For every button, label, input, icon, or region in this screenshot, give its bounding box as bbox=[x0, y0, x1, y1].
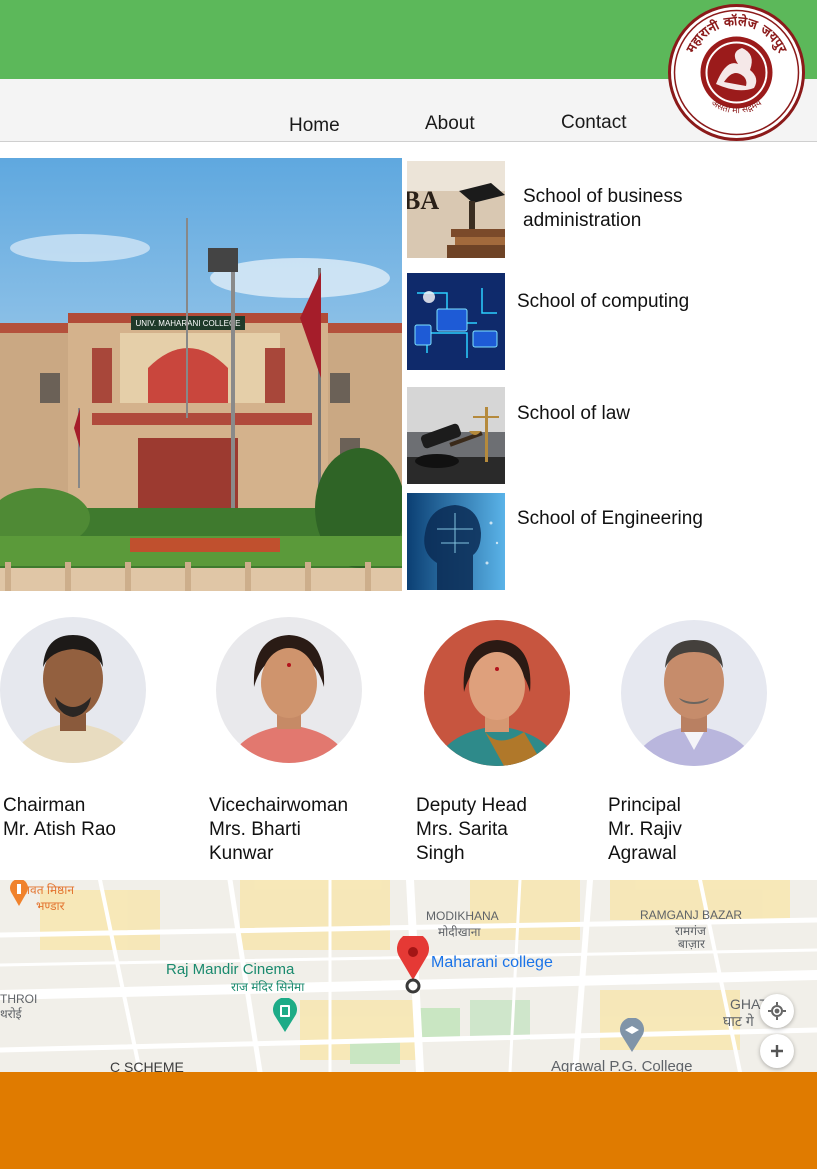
campus-photo: UNIV. MAHARANI COLLEGE bbox=[0, 158, 402, 591]
map-marker-label[interactable]: Maharani college bbox=[431, 954, 553, 972]
avatar-deputy-head bbox=[424, 620, 570, 766]
college-logo[interactable]: महारानी कॉलेज जयपुर असतो मा सद्गमय bbox=[668, 4, 805, 141]
person-name: Mr. Rajiv Agrawal bbox=[608, 819, 682, 864]
map-locate-button[interactable] bbox=[760, 994, 794, 1028]
restaurant-pin-icon[interactable] bbox=[8, 880, 30, 906]
bba-thumbnail[interactable]: BA bbox=[407, 161, 505, 258]
map-label-rawat-2: भण्डार bbox=[36, 899, 65, 913]
map-label-throi: THROI bbox=[0, 992, 38, 1006]
cinema-pin-icon[interactable] bbox=[272, 998, 298, 1032]
person-name: Mr. Atish Rao bbox=[3, 819, 116, 840]
person-vicechairwoman: Vicechairwoman Mrs. Bharti Kunwar bbox=[209, 794, 379, 866]
map-label-raj-mandir: Raj Mandir Cinema bbox=[166, 961, 295, 978]
school-engineering-label[interactable]: School of Engineering bbox=[517, 507, 703, 531]
person-role: Deputy Head bbox=[416, 795, 527, 816]
avatar-vicechairwoman bbox=[216, 617, 362, 763]
map-label-modikhana-hi: मोदीखाना bbox=[438, 925, 481, 939]
person-deputy-head: Deputy Head Mrs. Sarita Singh bbox=[416, 794, 566, 866]
plus-icon bbox=[771, 1045, 783, 1057]
avatar-chairman bbox=[0, 617, 146, 763]
location-pin-icon[interactable] bbox=[396, 936, 430, 994]
map-zoom-in-button[interactable] bbox=[760, 1034, 794, 1068]
map-label-raj-mandir-hi: राज मंदिर सिनेमा bbox=[231, 980, 305, 994]
person-role: Vicechairwoman bbox=[209, 795, 349, 816]
nav-about-link[interactable]: About bbox=[425, 113, 475, 135]
nav-contact-link[interactable]: Contact bbox=[561, 112, 626, 134]
nav-home-link[interactable]: Home bbox=[289, 115, 340, 137]
person-role: Principal bbox=[608, 795, 681, 816]
map-label-ramganj: RAMGANJ BAZAR bbox=[640, 908, 743, 922]
computing-thumbnail[interactable] bbox=[407, 273, 505, 370]
college-pin-icon[interactable] bbox=[619, 1018, 645, 1052]
map-label-modikhana: MODIKHANA bbox=[426, 909, 499, 923]
person-name: Mrs. Bharti Kunwar bbox=[209, 819, 301, 864]
person-role: Chairman bbox=[3, 795, 86, 816]
person-name: Mrs. Sarita Singh bbox=[416, 819, 508, 864]
map-label-ramganj-hi-2: बाज़ार bbox=[678, 937, 705, 951]
map-label-ghat-hi: घाट गे bbox=[723, 1013, 754, 1029]
avatar-principal bbox=[621, 620, 767, 766]
map-label-c-scheme: C SCHEME bbox=[110, 1059, 184, 1072]
map-label-throi-hi: थरोई bbox=[0, 1007, 22, 1021]
map-label-agrawal: Agrawal P.G. College bbox=[551, 1058, 693, 1072]
school-law-label[interactable]: School of law bbox=[517, 402, 630, 426]
engineering-ai-thumbnail[interactable] bbox=[407, 493, 505, 590]
school-computing-label[interactable]: School of computing bbox=[517, 290, 689, 314]
my-location-icon bbox=[768, 1002, 786, 1020]
person-principal: Principal Mr. Rajiv Agrawal bbox=[608, 794, 748, 866]
law-gavel-thumbnail[interactable] bbox=[407, 387, 505, 484]
school-business-label[interactable]: School of business administration bbox=[523, 185, 723, 233]
person-chairman: Chairman Mr. Atish Rao bbox=[3, 794, 193, 842]
bba-thumb-text: BA bbox=[407, 186, 439, 215]
footer-bar bbox=[0, 1072, 817, 1169]
location-map[interactable]: रावत मिष्ठान भण्डार MODIKHANA मोदीखाना R… bbox=[0, 880, 817, 1072]
